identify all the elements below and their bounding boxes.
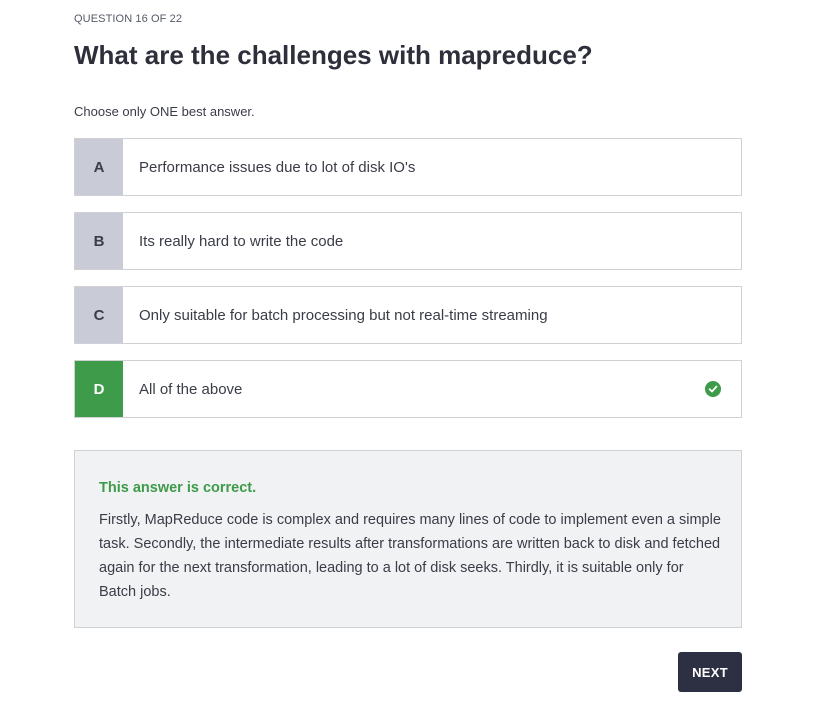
option-letter: A	[75, 139, 123, 195]
option-a[interactable]: A Performance issues due to lot of disk …	[74, 138, 742, 196]
question-title: What are the challenges with mapreduce?	[74, 40, 593, 70]
feedback-verdict: This answer is correct.	[99, 480, 257, 496]
option-letter: B	[75, 213, 123, 269]
option-text: All of the above	[139, 380, 243, 398]
check-circle-icon	[705, 381, 721, 397]
answer-feedback-panel: This answer is correct. Firstly, MapRedu…	[74, 450, 742, 628]
option-c[interactable]: C Only suitable for batch processing but…	[74, 286, 742, 344]
answer-instruction: Choose only ONE best answer.	[74, 104, 255, 119]
option-text: Performance issues due to lot of disk IO…	[139, 158, 416, 176]
feedback-explanation: Firstly, MapReduce code is complex and r…	[99, 512, 721, 600]
question-counter: QUESTION 16 OF 22	[74, 13, 183, 25]
option-letter: D	[75, 361, 123, 417]
option-b[interactable]: B Its really hard to write the code	[74, 212, 742, 270]
option-d[interactable]: D All of the above	[74, 360, 742, 418]
next-button[interactable]: NEXT	[678, 652, 742, 692]
option-text: Only suitable for batch processing but n…	[139, 306, 548, 324]
option-letter: C	[75, 287, 123, 343]
option-text: Its really hard to write the code	[139, 232, 344, 250]
